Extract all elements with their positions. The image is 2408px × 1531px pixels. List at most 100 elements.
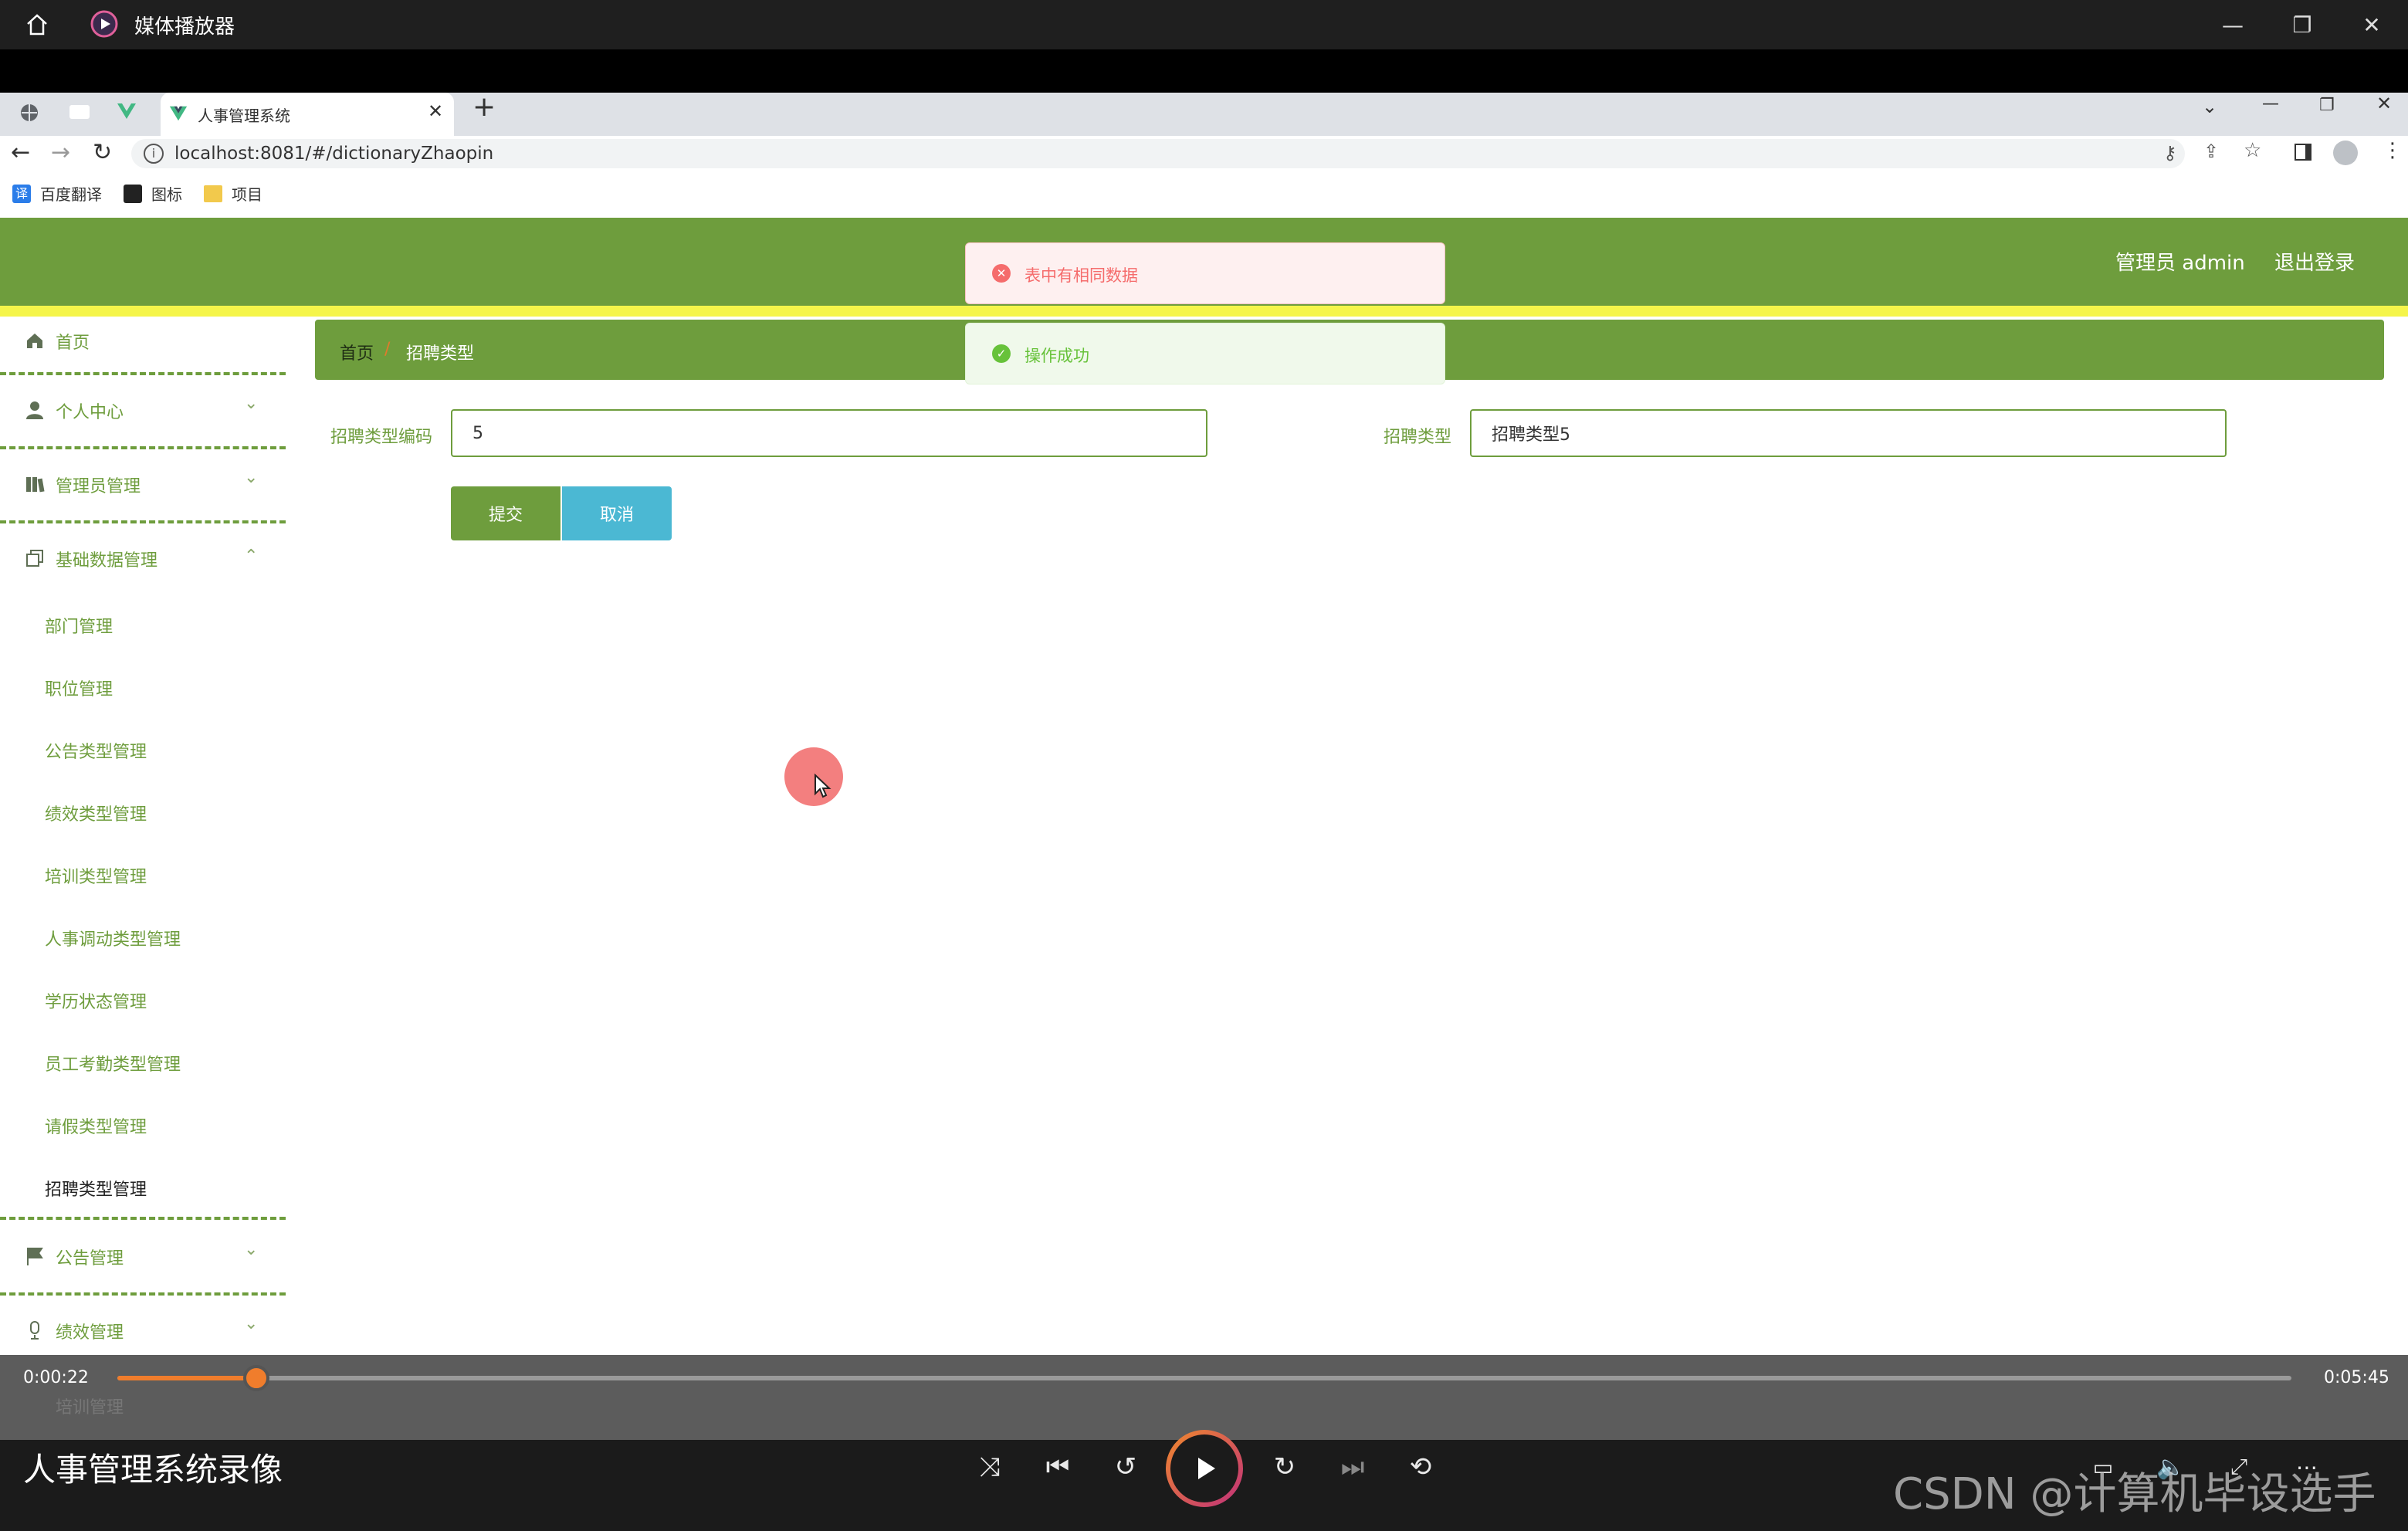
bookmark-icons[interactable]: 图标 bbox=[124, 182, 182, 205]
sidebar-item-label: 绩效管理 bbox=[56, 1323, 124, 1343]
tab-active[interactable]: 人事管理系统 ✕ bbox=[161, 93, 454, 136]
tab-title: 人事管理系统 bbox=[198, 107, 290, 125]
chevron-up-icon: ⌃ bbox=[244, 547, 259, 566]
sidebar-item-label: 培训管理 bbox=[56, 1398, 124, 1418]
cursor-icon bbox=[814, 773, 832, 798]
input-value: 招聘类型5 bbox=[1492, 425, 1570, 445]
sidebar-subitem-notice-type[interactable]: 公告类型管理 bbox=[45, 738, 147, 763]
error-toast-text: 表中有相同数据 bbox=[1025, 266, 1138, 285]
sidebar-subitem-transfer-type[interactable]: 人事调动类型管理 bbox=[45, 926, 181, 950]
recruit-type-input[interactable]: 招聘类型5 bbox=[1470, 409, 2227, 457]
reload-icon[interactable]: ↻ bbox=[93, 139, 112, 166]
video-title: 人事管理系统录像 bbox=[23, 1451, 283, 1489]
sidebar-subitem-training-type[interactable]: 培训类型管理 bbox=[45, 863, 147, 888]
sidebar-item-home[interactable]: 首页 bbox=[0, 317, 286, 375]
user-icon bbox=[25, 400, 45, 420]
breadcrumb-separator: / bbox=[384, 340, 391, 359]
tab-close-icon[interactable]: ✕ bbox=[428, 100, 443, 122]
shuffle-icon[interactable]: ⤨ bbox=[967, 1444, 1013, 1490]
chevron-down-icon: ⌄ bbox=[244, 468, 259, 487]
sidebar-subitem-leave-type[interactable]: 请假类型管理 bbox=[45, 1113, 147, 1138]
back-arrow-icon[interactable]: ← bbox=[11, 139, 30, 166]
watermark: CSDN @计算机毕设选手 bbox=[1893, 1469, 2376, 1519]
share-icon[interactable]: ⇪ bbox=[2203, 141, 2219, 162]
sidebar-item-personal-center[interactable]: 个人中心 ⌄ bbox=[0, 375, 286, 449]
sidebar-subitem-performance-type[interactable]: 绩效类型管理 bbox=[45, 801, 147, 825]
sidebar-subitem-attendance-type[interactable]: 员工考勤类型管理 bbox=[45, 1051, 181, 1075]
skip-back-10-icon[interactable]: ↺ bbox=[1102, 1444, 1149, 1490]
close-button[interactable]: ✕ bbox=[2336, 0, 2407, 49]
home-icon bbox=[25, 330, 45, 351]
url-field[interactable]: i localhost:8081/#/dictionaryZhaopin bbox=[131, 139, 2185, 168]
home-icon[interactable] bbox=[23, 11, 51, 39]
sidebar-item-admin-manage[interactable]: 管理员管理 ⌄ bbox=[0, 449, 286, 523]
browser-minimize-button[interactable]: — bbox=[2262, 94, 2279, 113]
chevron-down-icon: ⌄ bbox=[244, 1240, 259, 1259]
copy-icon bbox=[25, 548, 45, 568]
progress-area: 培训管理 bbox=[0, 1355, 2408, 1440]
kebab-menu-icon[interactable]: ⋮ bbox=[2383, 139, 2403, 162]
error-toast: ✕ 表中有相同数据 bbox=[965, 242, 1445, 304]
microphone-icon bbox=[25, 1320, 45, 1340]
sidebar-subitem-department[interactable]: 部门管理 bbox=[45, 613, 113, 638]
sidebar-item-performance-manage[interactable]: 绩效管理 ⌄ bbox=[0, 1296, 286, 1355]
tab-search-chevron-icon[interactable]: ⌄ bbox=[2202, 96, 2217, 117]
success-toast: ✓ 操作成功 bbox=[965, 323, 1445, 384]
star-icon[interactable]: ☆ bbox=[2244, 139, 2261, 162]
sidebar-item-label: 首页 bbox=[56, 334, 90, 353]
player-title-bar: 媒体播放器 — ❐ ✕ bbox=[0, 0, 2408, 49]
bookmark-label: 项目 bbox=[232, 185, 262, 204]
error-circle-icon: ✕ bbox=[992, 264, 1011, 283]
success-check-icon: ✓ bbox=[992, 344, 1011, 363]
bookmark-project[interactable]: 项目 bbox=[204, 182, 262, 205]
minimize-button[interactable]: — bbox=[2197, 0, 2268, 49]
side-panel-icon[interactable] bbox=[2295, 144, 2311, 161]
sidebar-item-label: 管理员管理 bbox=[56, 477, 141, 496]
time-total: 0:05:45 bbox=[2324, 1368, 2389, 1387]
vue-icon bbox=[168, 103, 188, 124]
bookmark-baidu-translate[interactable]: 译 百度翻译 bbox=[12, 182, 102, 205]
chevron-down-icon: ⌄ bbox=[244, 1314, 259, 1333]
breadcrumb-home[interactable]: 首页 bbox=[340, 340, 374, 364]
url-text: localhost:8081/#/dictionaryZhaopin bbox=[174, 144, 494, 164]
cancel-button[interactable]: 取消 bbox=[562, 486, 672, 540]
breadcrumb-current: 招聘类型 bbox=[406, 344, 475, 364]
next-icon[interactable]: ⏭ bbox=[1329, 1444, 1376, 1490]
recruit-code-input[interactable]: 5 bbox=[451, 409, 1207, 457]
main-content bbox=[286, 317, 2408, 1355]
header-accent-line bbox=[0, 306, 2408, 317]
skip-forward-30-icon[interactable]: ↻ bbox=[1262, 1444, 1308, 1490]
sidebar-item-notice-manage[interactable]: 公告管理 ⌄ bbox=[0, 1221, 286, 1296]
sidebar-divider bbox=[0, 1217, 286, 1220]
video-letterbox bbox=[0, 49, 2408, 93]
seek-thumb[interactable] bbox=[243, 1365, 270, 1391]
vue-icon[interactable] bbox=[116, 100, 137, 122]
repeat-off-icon[interactable]: ⟲ bbox=[1397, 1444, 1444, 1490]
globe-icon[interactable] bbox=[19, 102, 40, 124]
browser-restore-button[interactable]: ❐ bbox=[2319, 96, 2335, 115]
sidebar-item-base-data[interactable]: 基础数据管理 ⌃ bbox=[0, 523, 286, 594]
submit-button[interactable]: 提交 bbox=[451, 486, 561, 540]
sidebar-subitem-education-status[interactable]: 学历状态管理 bbox=[45, 988, 147, 1013]
chevron-down-icon: ⌄ bbox=[244, 394, 259, 413]
books-icon bbox=[25, 474, 45, 494]
info-icon[interactable]: i bbox=[144, 144, 164, 164]
forward-arrow-icon[interactable]: → bbox=[51, 139, 70, 166]
sidebar-subitem-recruit-type[interactable]: 招聘类型管理 bbox=[45, 1176, 147, 1201]
sidebar-subitem-position[interactable]: 职位管理 bbox=[45, 676, 113, 700]
sidebar: 首页 个人中心 ⌄ 管理员管理 ⌄ 基础数据管理 ⌃ 部门管理 职位管理 公告类… bbox=[0, 317, 286, 1355]
play-button[interactable] bbox=[1166, 1430, 1243, 1507]
previous-icon[interactable]: ⏮ bbox=[1035, 1444, 1081, 1490]
logout-link[interactable]: 退出登录 bbox=[2274, 247, 2355, 276]
new-tab-button[interactable]: + bbox=[472, 91, 496, 123]
seek-bar[interactable] bbox=[117, 1365, 2291, 1391]
tab-placeholder-icon[interactable] bbox=[69, 105, 90, 119]
browser-close-button[interactable]: ✕ bbox=[2376, 93, 2392, 114]
restore-button[interactable]: ❐ bbox=[2267, 0, 2338, 49]
play-icon bbox=[1170, 1434, 1238, 1502]
profile-icon[interactable] bbox=[2333, 141, 2358, 165]
bookmark-label: 百度翻译 bbox=[40, 185, 102, 204]
sidebar-item-label: 基础数据管理 bbox=[56, 551, 158, 571]
key-icon[interactable]: ⚷ bbox=[2163, 142, 2177, 164]
input-value: 5 bbox=[472, 423, 483, 443]
